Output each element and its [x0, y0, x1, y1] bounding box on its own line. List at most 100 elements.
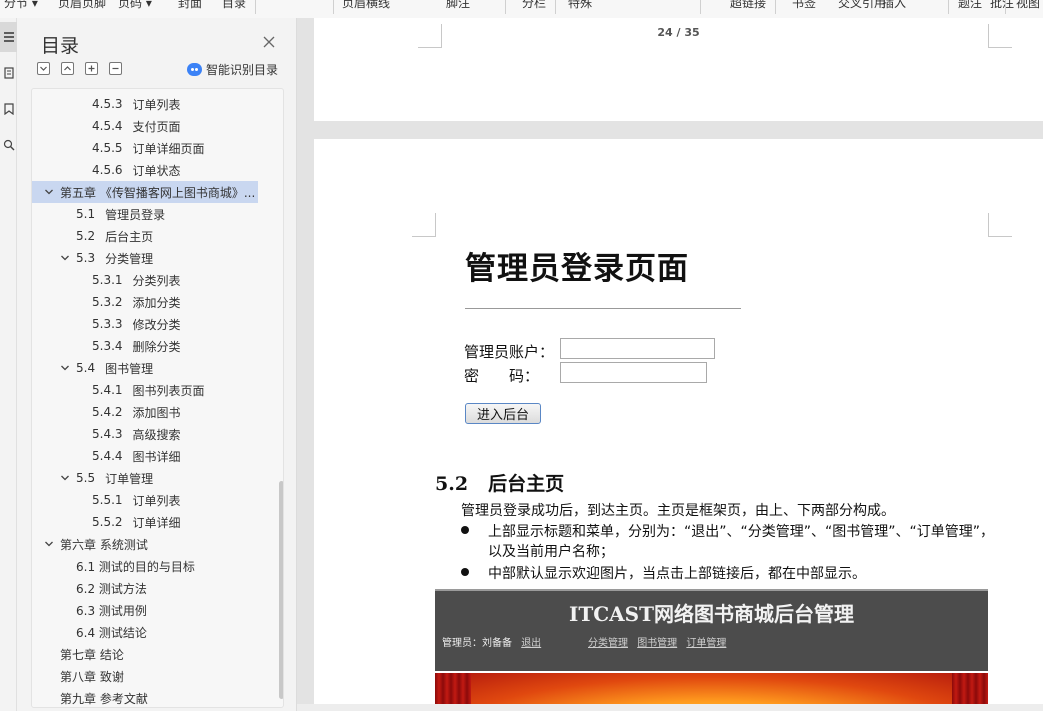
toc-item[interactable]: 6.1 测试的目的与目标 — [32, 555, 258, 577]
toc-item[interactable]: 4.5.6 订单状态 — [32, 159, 258, 181]
chevron-spacer — [76, 407, 86, 417]
horizontal-scrollbar[interactable] — [297, 704, 1043, 711]
toc-item-number: 5.4 — [76, 361, 96, 375]
add-heading-icon[interactable] — [85, 62, 98, 75]
toc-item[interactable]: 4.5.5 订单详细页面 — [32, 137, 258, 159]
toc-item[interactable]: 第七章 结论 — [32, 643, 258, 665]
password-input[interactable] — [560, 362, 707, 383]
chevron-spacer — [76, 121, 86, 131]
toc-item[interactable]: 6.4 测试结论 — [32, 621, 258, 643]
embedded-menu-orders[interactable]: 订单管理 — [686, 638, 726, 649]
toc-item[interactable]: 4.5.3 订单列表 — [32, 93, 258, 115]
page-number: 24 / 35 — [657, 26, 700, 39]
toc-item[interactable]: 4.5.4 支付页面 — [32, 115, 258, 137]
embedded-menu-books[interactable]: 图书管理 — [637, 638, 677, 649]
chevron-down-icon[interactable] — [44, 539, 54, 549]
embedded-menu-category[interactable]: 分类管理 — [588, 638, 628, 649]
toc-item[interactable]: 5.4 图书管理 — [32, 357, 258, 379]
toolbar-item[interactable]: 分栏 — [522, 0, 546, 11]
toc-item[interactable]: 5.4.4 图书详细 — [32, 445, 258, 467]
chevron-spacer — [44, 649, 54, 659]
toc-item[interactable]: 5.3.3 修改分类 — [32, 313, 258, 335]
password-label: 密 码： — [464, 367, 540, 385]
toc-item-label: 高级搜索 — [132, 427, 181, 442]
toolbar-item[interactable]: 目录 — [222, 0, 246, 11]
toc-item[interactable]: 6.3 测试用例 — [32, 599, 258, 621]
remove-heading-icon[interactable] — [109, 62, 122, 75]
document-view: 24 / 35 管理员登录页面 管理员账户： 密 码： 进入后台 5.2 后台主页… — [297, 18, 1043, 711]
side-icon-rail — [0, 18, 17, 711]
toc-item-label: 添加图书 — [132, 405, 181, 420]
toc-item[interactable]: 5.3.4 删除分类 — [32, 335, 258, 357]
chevron-spacer — [44, 671, 54, 681]
toc-item-label: 添加分类 — [132, 295, 181, 310]
expand-all-icon[interactable] — [61, 62, 74, 75]
section-title: 后台主页 — [488, 473, 565, 495]
toolbar-item[interactable]: 特殊 — [568, 0, 592, 11]
chevron-spacer — [76, 165, 86, 175]
toolbar-item[interactable]: 视图 — [1016, 0, 1040, 11]
toc-item[interactable]: 第八章 致谢 — [32, 665, 258, 687]
toc-item-label: 订单详细页面 — [132, 141, 205, 156]
enter-admin-button[interactable]: 进入后台 — [465, 403, 541, 424]
toc-item-number: 4.5.4 — [92, 119, 123, 133]
toc-item[interactable]: 5.3.1 分类列表 — [32, 269, 258, 291]
toolbar-item[interactable]: 页码 ▾ — [118, 0, 152, 11]
toolbar-item[interactable]: 脚注 — [446, 0, 470, 11]
toc-item[interactable]: 5.5.2 订单详细 — [32, 511, 258, 533]
chevron-spacer — [60, 209, 70, 219]
chevron-down-icon[interactable] — [44, 187, 54, 197]
toc-list-icon[interactable] — [0, 22, 17, 52]
toolbar-separator — [505, 0, 506, 14]
bullet1-line1: 上部显示标题和菜单，分别为：“退出”、“分类管理”、“图书管理”、“订单管理”， — [488, 524, 995, 540]
toolbar-item[interactable]: 题注 — [958, 0, 982, 11]
collapse-all-icon[interactable] — [37, 62, 50, 75]
toolbar-item[interactable]: 封面 — [178, 0, 202, 11]
toolbar-item[interactable]: 超链接 — [730, 0, 766, 11]
toolbar-separator — [700, 0, 701, 14]
toc-item[interactable]: 6.2 测试方法 — [32, 577, 258, 599]
crop-mark — [988, 213, 1012, 237]
bookmark-icon[interactable] — [0, 94, 17, 124]
toc-item[interactable]: 5.4.1 图书列表页面 — [32, 379, 258, 401]
toc-item[interactable]: 5.3 分类管理 — [32, 247, 258, 269]
toc-item-label: 订单详细 — [132, 515, 181, 530]
toc-item[interactable]: 5.5 订单管理 — [32, 467, 258, 489]
page-thumbnail-icon[interactable] — [0, 58, 17, 88]
toc-item[interactable]: 5.4.3 高级搜索 — [32, 423, 258, 445]
toc-panel: 目录 智能识别目录 4.5.3 订单列表 4.5.4 支付页面 4.5.5 订单详细页面 4… — [17, 18, 297, 711]
toc-scrollbar[interactable] — [279, 481, 283, 699]
chevron-spacer — [60, 231, 70, 241]
toc-item[interactable]: 5.3.2 添加分类 — [32, 291, 258, 313]
toolbar-item[interactable]: 书签 — [792, 0, 816, 11]
account-input[interactable] — [560, 338, 715, 359]
toolbar-item[interactable]: 插入 — [882, 0, 906, 11]
toc-item-number: 5.5.1 — [92, 493, 123, 507]
chevron-spacer — [60, 583, 70, 593]
embedded-logout-link[interactable]: 退出 — [521, 638, 541, 649]
toolbar-item[interactable]: 分节 ▾ — [4, 0, 38, 11]
toolbar-item[interactable]: 页眉横线 — [342, 0, 390, 11]
toc-item-number: 5.4.2 — [92, 405, 123, 419]
toolbar-item[interactable]: 交叉引用 — [838, 0, 886, 11]
smart-toc-button[interactable]: 智能识别目录 — [187, 61, 278, 78]
chevron-spacer — [60, 561, 70, 571]
toc-item[interactable]: 5.4.2 添加图书 — [32, 401, 258, 423]
toc-item-label: 第九章 参考文献 — [60, 691, 148, 706]
chevron-spacer — [76, 319, 86, 329]
chevron-down-icon[interactable] — [60, 363, 70, 373]
toc-item-label: 管理员登录 — [105, 207, 166, 222]
toc-item[interactable]: 5.1 管理员登录 — [32, 203, 258, 225]
find-icon[interactable] — [0, 130, 17, 160]
toolbar-item[interactable]: 批注 — [990, 0, 1014, 11]
toc-item-label: 6.1 测试的目的与目标 — [76, 559, 195, 574]
toc-item[interactable]: 第六章 系统测试 — [32, 533, 258, 555]
chevron-down-icon[interactable] — [60, 473, 70, 483]
chevron-down-icon[interactable] — [60, 253, 70, 263]
toc-item[interactable]: 5.5.1 订单列表 — [32, 489, 258, 511]
toc-item[interactable]: 第五章 《传智播客网上图书商城》... — [32, 181, 258, 203]
close-icon[interactable] — [261, 34, 277, 50]
toc-item[interactable]: 第九章 参考文献 — [32, 687, 258, 707]
toc-item[interactable]: 5.2 后台主页 — [32, 225, 258, 247]
toolbar-item[interactable]: 页眉页脚 — [58, 0, 106, 11]
